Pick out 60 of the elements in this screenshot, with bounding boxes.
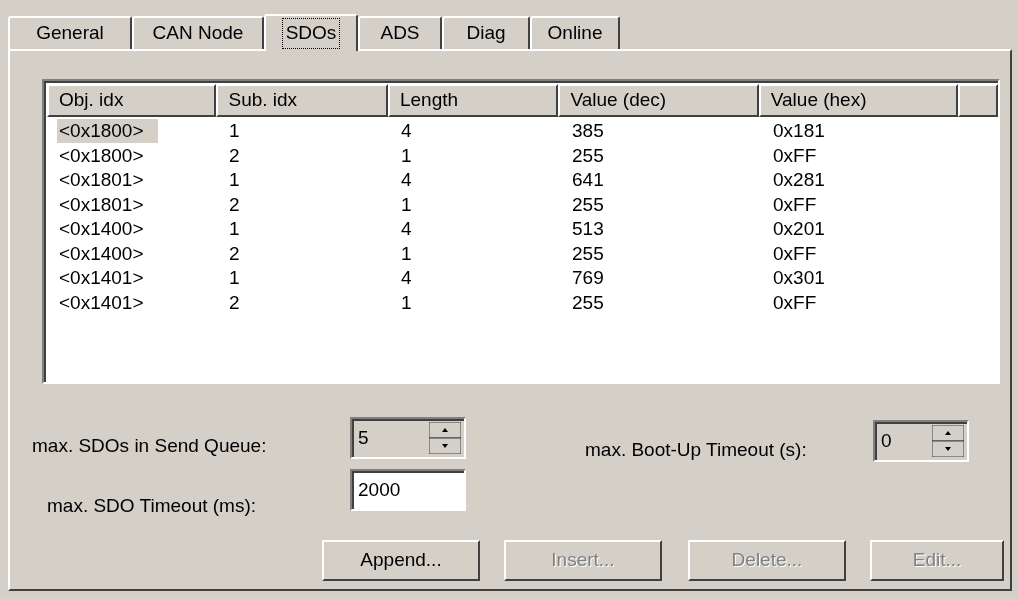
spin-field[interactable]: 0 — [873, 420, 969, 462]
table-cell-text: 0x281 — [772, 169, 826, 190]
table-cell-text: 769 — [571, 267, 605, 288]
tab[interactable]: SDOs — [264, 14, 358, 51]
table-cell-text: 1 — [400, 193, 413, 215]
table-cell-text: 4 — [400, 218, 413, 239]
table-cell[interactable]: <0x1801> — [57, 168, 158, 192]
table-cell[interactable]: <0x1400> — [57, 241, 158, 266]
spin-buttons[interactable] — [932, 425, 964, 457]
tab[interactable]: Diag — [442, 16, 530, 49]
table-cell-text: 255 — [571, 242, 605, 264]
column-header[interactable]: Obj. idx — [47, 84, 217, 117]
tab[interactable]: General — [8, 16, 132, 49]
tab[interactable]: Online — [530, 16, 620, 49]
table-cell-text: 2 — [228, 242, 241, 264]
table-cell-text: 2 — [228, 291, 241, 313]
table-cell[interactable]: <0x1800> — [57, 119, 158, 143]
table-cell-text: 4 — [400, 169, 413, 190]
table-cell-text: 2 — [228, 193, 241, 215]
table-cell-text: 0x181 — [772, 120, 826, 141]
column-header[interactable]: Length — [387, 84, 559, 117]
column-header[interactable]: Value (hex) — [758, 84, 959, 117]
table-cell-text: 2 — [228, 144, 241, 166]
table-cell-text: 0xFF — [772, 242, 818, 264]
input-field[interactable]: 2000 — [350, 469, 466, 511]
table-cell-text: 4 — [400, 267, 413, 288]
table-cell-text: 4 — [400, 120, 413, 141]
table-cell-text: 0x201 — [772, 218, 826, 239]
table-cell-text: 1 — [228, 218, 241, 239]
table-cell[interactable]: <0x1801> — [57, 192, 158, 217]
table-cell-text: 0xFF — [772, 144, 818, 166]
table-cell-text: 513 — [571, 218, 605, 239]
table-cell-text: 385 — [571, 120, 605, 141]
field-label: max. SDO Timeout (ms): — [47, 494, 257, 518]
table-cell[interactable]: <0x1400> — [57, 217, 158, 241]
table-cell[interactable]: <0x1800> — [57, 143, 158, 168]
table-cell-text: 1 — [228, 267, 241, 288]
field-label: max. SDOs in Send Queue: — [32, 434, 267, 458]
table-cell-text: 0xFF — [772, 193, 818, 215]
table-cell-text: 0x301 — [772, 267, 826, 288]
tab[interactable]: CAN Node — [132, 16, 264, 49]
field-label: max. Boot-Up Timeout (s): — [585, 438, 807, 462]
table-cell-text: 1 — [400, 144, 413, 166]
table-cell-text: 641 — [571, 169, 605, 190]
button[interactable]: Append... — [322, 540, 480, 581]
table-cell-text: 0xFF — [772, 291, 818, 313]
column-header[interactable]: Value (dec) — [558, 84, 759, 117]
column-header[interactable]: Sub. idx — [216, 84, 388, 117]
table-cell-text: 1 — [228, 120, 241, 141]
table-cell[interactable]: <0x1401> — [57, 266, 158, 290]
table-cell-text: 255 — [571, 193, 605, 215]
table-cell-text: 1 — [400, 291, 413, 313]
spin-field[interactable]: 5 — [350, 417, 466, 459]
table-cell-text: 1 — [228, 169, 241, 190]
table-cell-text: 255 — [571, 291, 605, 313]
table-cell-text: 1 — [400, 242, 413, 264]
table-cell[interactable]: <0x1401> — [57, 290, 158, 315]
table-cell-text: 255 — [571, 144, 605, 166]
tab[interactable]: ADS — [358, 16, 442, 49]
spin-buttons[interactable] — [429, 422, 461, 454]
